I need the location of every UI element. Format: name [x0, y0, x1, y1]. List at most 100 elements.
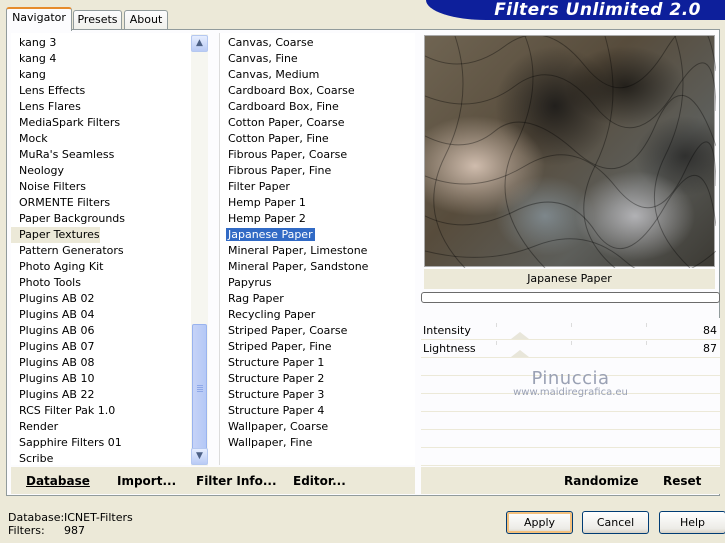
slider-lightness[interactable]: Lightness 87 — [421, 341, 720, 358]
help-button[interactable]: Help — [659, 511, 725, 534]
category-item[interactable]: Scribe — [11, 451, 53, 465]
filter-item[interactable]: Canvas, Coarse — [220, 35, 314, 51]
filter-item-label: Wallpaper, Coarse — [228, 420, 329, 433]
filter-item[interactable]: Structure Paper 2 — [220, 371, 324, 387]
filters-count: 987 — [64, 524, 85, 537]
category-item[interactable]: Lens Flares — [11, 99, 81, 115]
category-item[interactable]: kang — [11, 67, 46, 83]
filter-item[interactable]: Papyrus — [220, 275, 272, 291]
category-item[interactable]: ORMENTE Filters — [11, 195, 110, 211]
category-item[interactable]: Paper Backgrounds — [11, 211, 125, 227]
category-item[interactable]: Paper Textures — [11, 227, 100, 243]
filter-item[interactable]: Recycling Paper — [220, 307, 315, 323]
filter-item[interactable]: Canvas, Medium — [220, 67, 319, 83]
category-item[interactable]: MediaSpark Filters — [11, 115, 120, 131]
filter-item-label: Cardboard Box, Coarse — [228, 84, 355, 97]
category-item-label: Render — [19, 420, 59, 433]
filter-item[interactable]: Hemp Paper 1 — [220, 195, 306, 211]
category-scrollbar[interactable]: ▲ ▼ — [191, 34, 208, 466]
database-value: ICNET-Filters — [64, 511, 133, 524]
category-item-label: kang 3 — [19, 36, 57, 49]
scroll-down-arrow-icon[interactable]: ▼ — [191, 448, 208, 465]
import-button[interactable]: Import... — [117, 474, 176, 488]
category-item-label: Mock — [19, 132, 48, 145]
tab-about[interactable]: About — [124, 10, 168, 30]
cancel-button[interactable]: Cancel — [582, 511, 649, 534]
category-item[interactable]: Lens Effects — [11, 83, 85, 99]
category-item[interactable]: Sapphire Filters 01 — [11, 435, 122, 451]
category-item-label: Scribe — [19, 452, 54, 465]
category-item-label: Pattern Generators — [19, 244, 124, 257]
filter-info-button[interactable]: Filter Info... — [196, 474, 277, 488]
slider-empty — [421, 431, 720, 448]
filter-item[interactable]: Rag Paper — [220, 291, 284, 307]
category-item-label: Photo Aging Kit — [19, 260, 104, 273]
filter-item[interactable]: Structure Paper 4 — [220, 403, 324, 419]
filter-item[interactable]: Japanese Paper — [220, 227, 315, 243]
filter-item[interactable]: Mineral Paper, Limestone — [220, 243, 367, 259]
filter-item[interactable]: Cardboard Box, Fine — [220, 99, 339, 115]
category-list[interactable]: kang 3 kang 4 kang Lens Effects Lens Flares M… — [11, 33, 208, 465]
preview-filter-name: Japanese Paper — [424, 269, 715, 289]
filter-item[interactable]: Striped Paper, Fine — [220, 339, 332, 355]
category-item[interactable]: Plugins AB 07 — [11, 339, 94, 355]
filter-item-label: Fibrous Paper, Fine — [228, 164, 332, 177]
filter-item-label: Striped Paper, Coarse — [228, 324, 348, 337]
filter-item[interactable]: Wallpaper, Coarse — [220, 419, 328, 435]
filter-item-label: Mineral Paper, Sandstone — [228, 260, 369, 273]
filter-item-label: Structure Paper 2 — [228, 372, 325, 385]
filter-item-label: Structure Paper 1 — [228, 356, 325, 369]
category-item[interactable]: kang 3 — [11, 35, 56, 51]
category-item[interactable]: RCS Filter Pak 1.0 — [11, 403, 115, 419]
category-item[interactable]: Neology — [11, 163, 64, 179]
reset-button[interactable]: Reset — [663, 474, 701, 488]
scrollbar-thumb[interactable] — [192, 324, 207, 454]
filter-item[interactable]: Fibrous Paper, Fine — [220, 163, 331, 179]
category-item[interactable]: Pattern Generators — [11, 243, 124, 259]
slider-value: 87 — [703, 342, 717, 355]
category-item[interactable]: Render — [11, 419, 58, 435]
filter-list[interactable]: Canvas, Coarse Canvas, Fine Canvas, Medium… — [219, 33, 415, 465]
category-item[interactable]: Plugins AB 08 — [11, 355, 94, 371]
filter-item[interactable]: Cardboard Box, Coarse — [220, 83, 355, 99]
category-item[interactable]: kang 4 — [11, 51, 56, 67]
category-item[interactable]: Plugins AB 10 — [11, 371, 94, 387]
category-item[interactable]: Photo Tools — [11, 275, 81, 291]
tab-presets[interactable]: Presets — [73, 10, 122, 30]
category-item[interactable]: Mock — [11, 131, 48, 147]
category-item[interactable]: MuRa's Seamless — [11, 147, 114, 163]
category-item-label: Plugins AB 22 — [19, 388, 95, 401]
filter-item[interactable]: Hemp Paper 2 — [220, 211, 306, 227]
filter-item[interactable]: Wallpaper, Fine — [220, 435, 312, 451]
filter-item[interactable]: Structure Paper 1 — [220, 355, 324, 371]
category-item-label: MuRa's Seamless — [19, 148, 115, 161]
filter-item[interactable]: Structure Paper 3 — [220, 387, 324, 403]
editor-button[interactable]: Editor... — [293, 474, 346, 488]
filter-item-label: Canvas, Coarse — [228, 36, 314, 49]
category-item[interactable]: Plugins AB 22 — [11, 387, 94, 403]
filter-item[interactable]: Cotton Paper, Fine — [220, 131, 329, 147]
filter-item[interactable]: Mineral Paper, Sandstone — [220, 259, 368, 275]
category-item[interactable]: Noise Filters — [11, 179, 86, 195]
filter-item[interactable]: Cotton Paper, Coarse — [220, 115, 345, 131]
apply-button[interactable]: Apply — [506, 511, 573, 534]
slider-knob[interactable] — [511, 332, 529, 339]
database-button[interactable]: Database — [26, 474, 90, 488]
filter-item[interactable]: Canvas, Fine — [220, 51, 298, 67]
filter-item[interactable]: Fibrous Paper, Coarse — [220, 147, 347, 163]
filter-item[interactable]: Striped Paper, Coarse — [220, 323, 347, 339]
category-item[interactable]: Plugins AB 04 — [11, 307, 94, 323]
tab-navigator[interactable]: Navigator — [6, 7, 72, 31]
category-item-label: ORMENTE Filters — [19, 196, 111, 209]
filter-item[interactable]: Filter Paper — [220, 179, 290, 195]
slider-intensity[interactable]: Intensity 84 — [421, 323, 720, 340]
randomize-button[interactable]: Randomize — [564, 474, 638, 488]
watermark-url: www.maidiregrafica.eu — [513, 387, 628, 398]
category-item[interactable]: Plugins AB 06 — [11, 323, 94, 339]
category-item[interactable]: Photo Aging Kit — [11, 259, 103, 275]
slider-knob[interactable] — [511, 350, 529, 357]
filter-preview-image[interactable] — [424, 35, 716, 268]
category-item[interactable]: Plugins AB 02 — [11, 291, 94, 307]
preview-toolbar: Randomize Reset — [421, 467, 720, 494]
scroll-up-arrow-icon[interactable]: ▲ — [191, 35, 208, 52]
